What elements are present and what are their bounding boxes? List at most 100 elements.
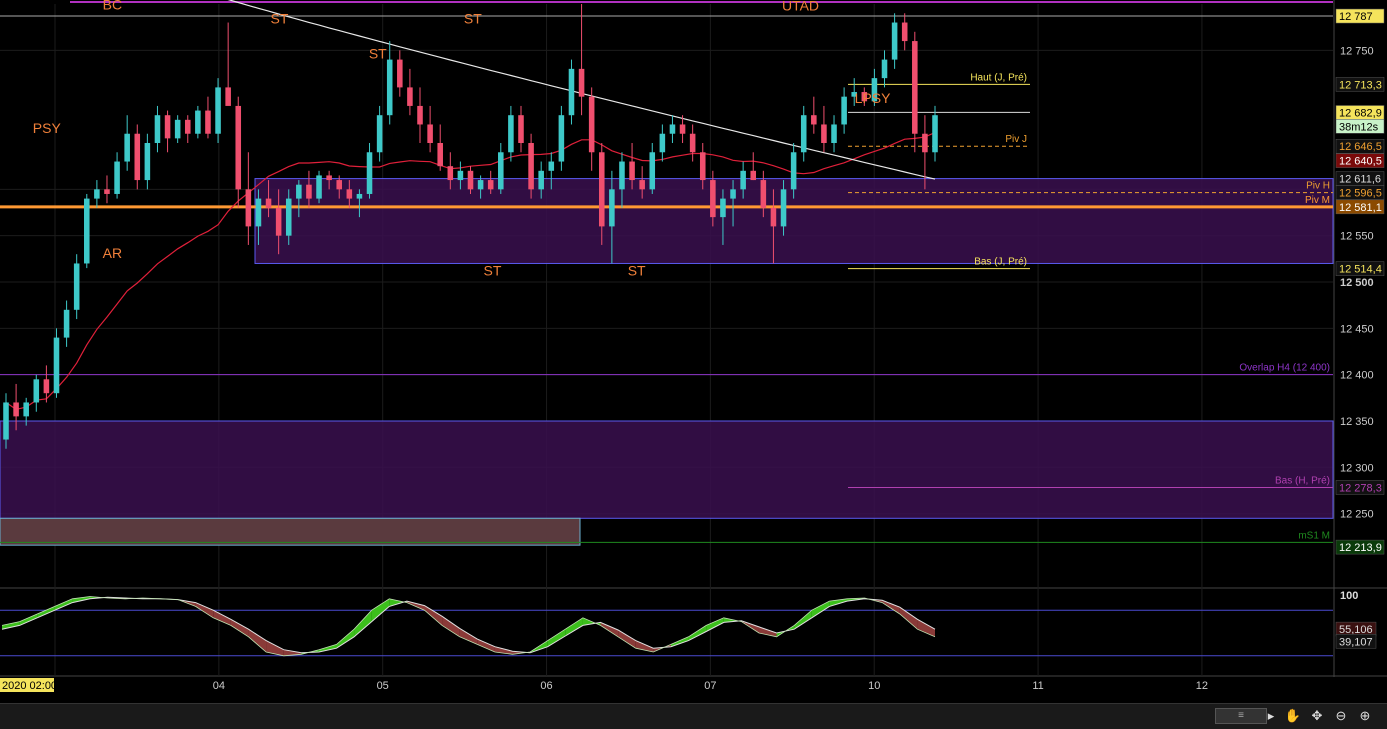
candle-body: [376, 115, 383, 153]
candle-body: [386, 59, 393, 116]
candle-body: [760, 180, 767, 208]
scroll-bar[interactable]: ≡: [1215, 708, 1267, 724]
candle-body: [356, 193, 363, 199]
candle-body: [53, 337, 60, 394]
price-tag-label: 12 581,1: [1339, 202, 1382, 214]
candle-body: [588, 96, 595, 153]
candle-body: [84, 198, 90, 264]
candle-body: [770, 207, 777, 227]
price-tag-label: 12 514,4: [1339, 264, 1382, 276]
wyckoff-annotation: ST: [464, 10, 482, 26]
crosshair-icon[interactable]: ✥: [1308, 708, 1326, 724]
time-tick-label: 05: [377, 680, 389, 692]
candle-body: [538, 170, 544, 190]
candle-body: [23, 402, 29, 417]
candle-body: [689, 133, 696, 153]
time-tick-label: 12: [1196, 680, 1208, 692]
price-tag-label: 12 611,6: [1339, 174, 1381, 186]
candle-body: [558, 115, 565, 162]
candle-body: [437, 143, 443, 167]
candle-body: [639, 180, 645, 190]
candle-body: [215, 87, 221, 134]
wyckoff-annotation: ST: [271, 10, 289, 26]
candle-body: [710, 180, 716, 218]
price-tag-label: 12 640,5: [1339, 156, 1382, 168]
price-tick-label: 12 550: [1340, 231, 1374, 243]
candle-body: [346, 189, 353, 199]
candle-body: [306, 184, 312, 199]
candle-body: [891, 22, 898, 60]
candle-body: [568, 68, 575, 116]
candle-body: [397, 59, 403, 88]
candle-body: [427, 124, 433, 143]
price-tag-label: 12 713,3: [1339, 79, 1382, 91]
candle-body: [699, 152, 706, 181]
candle-body: [457, 170, 464, 181]
candle-body: [275, 207, 282, 236]
candle-body: [912, 41, 918, 134]
play-icon[interactable]: ▸: [1262, 708, 1280, 724]
price-tag-label: 12 278,3: [1339, 482, 1382, 494]
candle-body: [265, 198, 272, 208]
price-tick-label: 12 450: [1340, 323, 1374, 335]
price-tick-label: 12 400: [1340, 370, 1374, 382]
candle-body: [124, 133, 130, 162]
candle-body: [184, 119, 191, 134]
candle-body: [316, 175, 322, 199]
candle-body: [730, 189, 736, 199]
candle-body: [94, 189, 100, 199]
gap-zone: [0, 517, 581, 546]
candle-body: [285, 198, 292, 236]
zoom-out-icon[interactable]: ⊖: [1332, 708, 1350, 724]
level-label: Piv J: [1005, 134, 1027, 145]
price-tag-label: 12 596,5: [1339, 188, 1382, 200]
candle-body: [649, 152, 656, 190]
candle-body: [104, 189, 110, 194]
candle-body: [922, 133, 928, 153]
candle-body: [932, 115, 938, 153]
time-tick-label: 06: [540, 680, 552, 692]
candle-body: [821, 124, 827, 143]
candle-body: [780, 189, 787, 227]
wyckoff-annotation: ST: [369, 46, 387, 62]
price-tag-label: 12 646,5: [1339, 141, 1382, 153]
candle-body: [296, 184, 302, 199]
wyckoff-annotation: PSY: [33, 120, 62, 136]
candle-body: [366, 152, 373, 194]
candle-body: [487, 180, 494, 190]
candle-body: [154, 115, 161, 143]
hand-icon[interactable]: ✋: [1284, 708, 1302, 724]
candle-body: [447, 166, 454, 181]
candle-body: [205, 110, 211, 134]
price-tick-label: 12 350: [1340, 416, 1374, 428]
wyckoff-annotation: ST: [628, 263, 646, 279]
candle-body: [467, 170, 474, 190]
candle-body: [720, 198, 726, 218]
price-tag-label: 38m12s: [1339, 121, 1379, 133]
candle-body: [811, 115, 817, 125]
candle-body: [548, 161, 555, 171]
candle-body: [326, 175, 332, 181]
candle-body: [255, 198, 262, 227]
candle-body: [195, 110, 201, 134]
candle-body: [841, 96, 847, 125]
candle-body: [13, 402, 19, 417]
level-label: Bas (H, Pré): [1275, 475, 1330, 486]
level-label: Overlap H4 (12 400): [1239, 363, 1330, 374]
osc-tick-label: 100: [1340, 590, 1358, 602]
candle-body: [790, 152, 797, 190]
candle-body: [235, 105, 242, 190]
candle-body: [831, 124, 837, 143]
candle-body: [33, 379, 40, 403]
candle-body: [740, 170, 746, 190]
candle-body: [881, 59, 888, 79]
candle-body: [629, 161, 635, 181]
candle-body: [245, 189, 252, 227]
candle-body: [417, 105, 423, 125]
wyckoff-annotation: UTAD: [782, 0, 819, 13]
candle-body: [498, 152, 504, 190]
level-label: Bas (J, Pré): [974, 257, 1027, 268]
candlestick-chart[interactable]: Haut (J, Pré) Piv J Piv H Piv M Bas (J, Pré)…: [0, 0, 1387, 703]
zoom-in-icon[interactable]: ⊕: [1356, 708, 1374, 724]
candle-body: [336, 180, 343, 190]
